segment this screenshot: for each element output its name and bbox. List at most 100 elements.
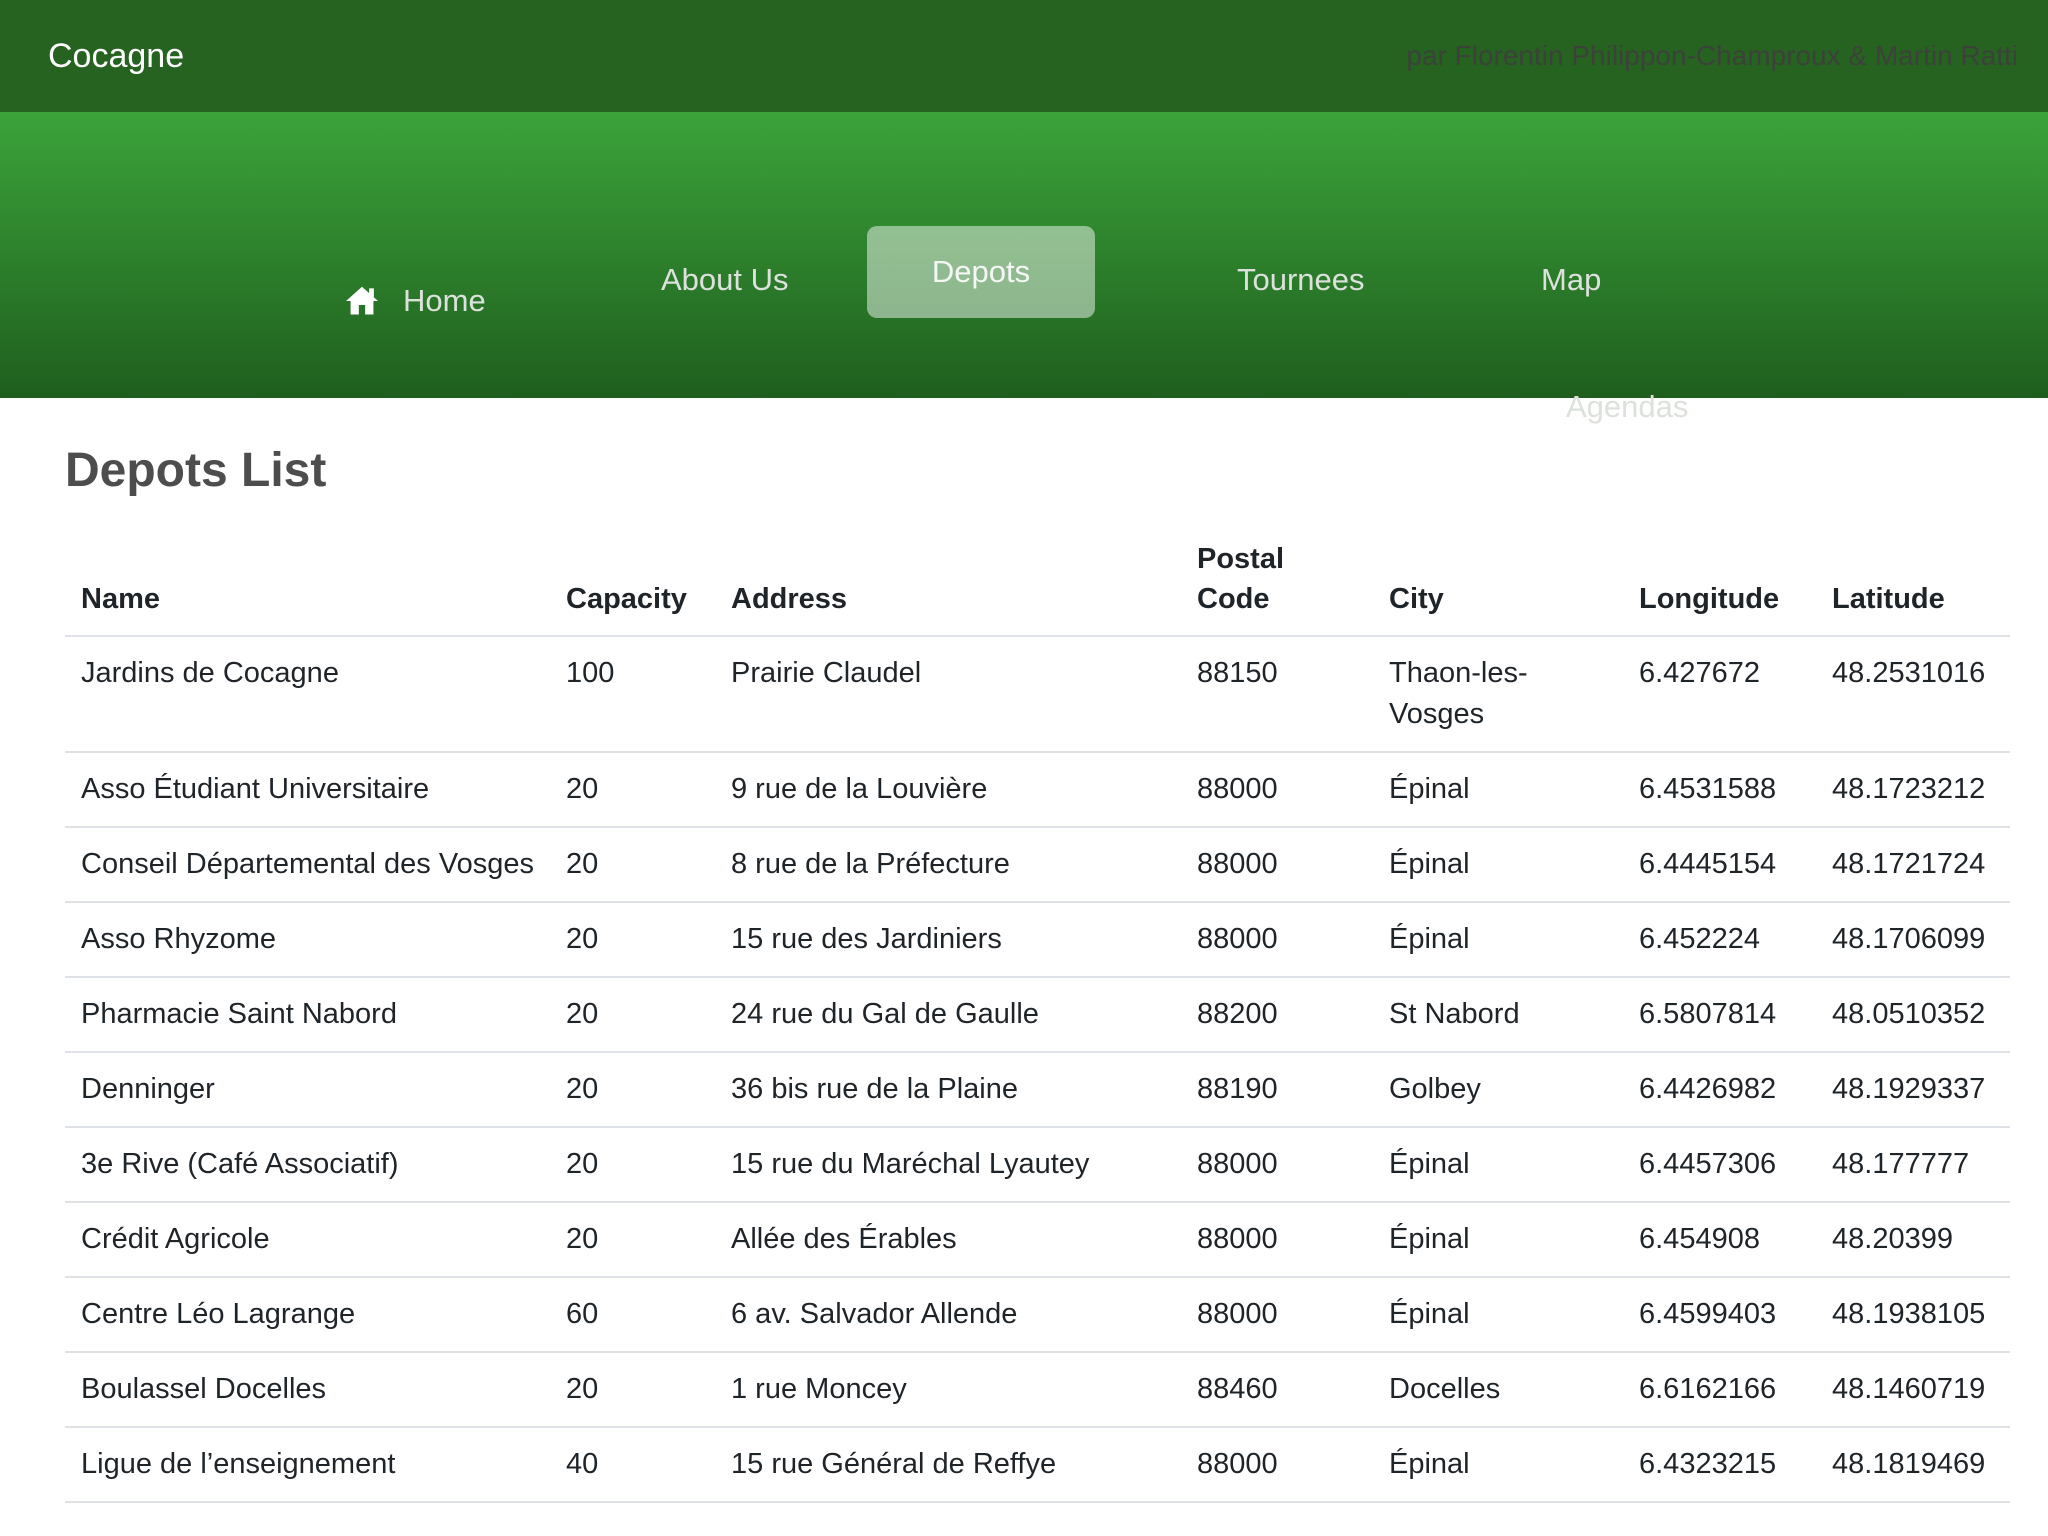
- cell-address: 15 rue du Maréchal Lyautey: [715, 1127, 1181, 1202]
- table-row: Boulassel Docelles 20 1 rue Moncey 88460…: [65, 1352, 2010, 1427]
- cell-postal-code: 88000: [1181, 1277, 1373, 1352]
- cell-city: Golbey: [1373, 1052, 1623, 1127]
- cell-city: Épinal: [1373, 1427, 1623, 1502]
- cell-address: 15 rue Général de Reffye: [715, 1427, 1181, 1502]
- column-header-capacity: Capacity: [550, 529, 715, 636]
- cell-city: Thaon-les-Vosges: [1373, 636, 1623, 752]
- header-row: Name Capacity Address Postal Code City L…: [65, 529, 2010, 636]
- cell-capacity: 20: [550, 1202, 715, 1277]
- cell-city: Épinal: [1373, 752, 1623, 827]
- cell-name: Denninger: [65, 1052, 550, 1127]
- cell-postal-code: 88000: [1181, 1427, 1373, 1502]
- table-row: Crédit Agricole 20 Allée des Érables 880…: [65, 1202, 2010, 1277]
- cell-city: Docelles: [1373, 1352, 1623, 1427]
- cell-city: St Nabord: [1373, 977, 1623, 1052]
- table-row: Jardins de Cocagne 100 Prairie Claudel 8…: [65, 636, 2010, 752]
- cell-latitude: 48.1929337: [1816, 1052, 2010, 1127]
- cell-name: Conseil Départemental des Vosges: [65, 827, 550, 902]
- cell-capacity: 100: [550, 636, 715, 752]
- nav-item-map[interactable]: Map: [1541, 261, 1601, 298]
- cell-name: Asso Rhyzome: [65, 902, 550, 977]
- depots-table-body: Jardins de Cocagne 100 Prairie Claudel 8…: [65, 636, 2010, 1502]
- cell-address: Prairie Claudel: [715, 636, 1181, 752]
- cell-name: 3e Rive (Café Associatif): [65, 1127, 550, 1202]
- column-header-name: Name: [65, 529, 550, 636]
- cell-longitude: 6.4426982: [1623, 1052, 1816, 1127]
- cell-city: Épinal: [1373, 1277, 1623, 1352]
- depots-table-header: Name Capacity Address Postal Code City L…: [65, 529, 2010, 636]
- table-row: Centre Léo Lagrange 60 6 av. Salvador Al…: [65, 1277, 2010, 1352]
- cell-capacity: 20: [550, 1052, 715, 1127]
- cell-longitude: 6.454908: [1623, 1202, 1816, 1277]
- cell-latitude: 48.2531016: [1816, 636, 2010, 752]
- cell-longitude: 6.4445154: [1623, 827, 1816, 902]
- table-row: Conseil Départemental des Vosges 20 8 ru…: [65, 827, 2010, 902]
- cell-address: 15 rue des Jardiniers: [715, 902, 1181, 977]
- cell-city: Épinal: [1373, 827, 1623, 902]
- cell-latitude: 48.1819469: [1816, 1427, 2010, 1502]
- cell-latitude: 48.20399: [1816, 1202, 2010, 1277]
- cell-name: Boulassel Docelles: [65, 1352, 550, 1427]
- nav-item-home-label: Home: [403, 282, 486, 319]
- cell-name: Ligue de l’enseignement: [65, 1427, 550, 1502]
- cell-postal-code: 88150: [1181, 636, 1373, 752]
- cell-capacity: 20: [550, 752, 715, 827]
- cell-city: Épinal: [1373, 1202, 1623, 1277]
- main-content: Depots List Name Capacity Address Postal…: [0, 398, 2048, 1503]
- cell-capacity: 20: [550, 1127, 715, 1202]
- cell-latitude: 48.1721724: [1816, 827, 2010, 902]
- cell-capacity: 20: [550, 827, 715, 902]
- cell-address: 24 rue du Gal de Gaulle: [715, 977, 1181, 1052]
- cell-name: Crédit Agricole: [65, 1202, 550, 1277]
- cell-longitude: 6.5807814: [1623, 977, 1816, 1052]
- nav-item-home[interactable]: Home: [343, 282, 486, 320]
- nav-item-depots-active[interactable]: Depots: [867, 226, 1095, 318]
- cell-name: Pharmacie Saint Nabord: [65, 977, 550, 1052]
- cell-longitude: 6.4599403: [1623, 1277, 1816, 1352]
- cell-latitude: 48.1938105: [1816, 1277, 2010, 1352]
- cell-longitude: 6.452224: [1623, 902, 1816, 977]
- nav-item-about-us[interactable]: About Us: [661, 261, 789, 298]
- table-row: Asso Étudiant Universitaire 20 9 rue de …: [65, 752, 2010, 827]
- home-icon: [343, 282, 381, 320]
- cell-city: Épinal: [1373, 1127, 1623, 1202]
- depots-table: Name Capacity Address Postal Code City L…: [65, 529, 2010, 1503]
- cell-address: 36 bis rue de la Plaine: [715, 1052, 1181, 1127]
- cell-postal-code: 88000: [1181, 902, 1373, 977]
- nav-item-tournees[interactable]: Tournees: [1237, 261, 1365, 298]
- cell-capacity: 20: [550, 977, 715, 1052]
- cell-longitude: 6.4323215: [1623, 1427, 1816, 1502]
- table-row: Denninger 20 36 bis rue de la Plaine 881…: [65, 1052, 2010, 1127]
- cell-longitude: 6.4531588: [1623, 752, 1816, 827]
- cell-postal-code: 88460: [1181, 1352, 1373, 1427]
- cell-address: Allée des Érables: [715, 1202, 1181, 1277]
- authors-byline: par Florentin Philippon-Champroux & Mart…: [1406, 40, 2018, 72]
- column-header-postal-code: Postal Code: [1181, 529, 1373, 636]
- cell-address: 6 av. Salvador Allende: [715, 1277, 1181, 1352]
- cell-postal-code: 88190: [1181, 1052, 1373, 1127]
- cell-postal-code: 88000: [1181, 1202, 1373, 1277]
- cell-latitude: 48.1706099: [1816, 902, 2010, 977]
- cell-address: 8 rue de la Préfecture: [715, 827, 1181, 902]
- cell-capacity: 20: [550, 1352, 715, 1427]
- cell-postal-code: 88000: [1181, 827, 1373, 902]
- page-title: Depots List: [65, 443, 2048, 499]
- column-header-city: City: [1373, 529, 1623, 636]
- cell-latitude: 48.177777: [1816, 1127, 2010, 1202]
- cell-longitude: 6.6162166: [1623, 1352, 1816, 1427]
- cell-postal-code: 88000: [1181, 1127, 1373, 1202]
- column-header-latitude: Latitude: [1816, 529, 2010, 636]
- app-brand[interactable]: Cocagne: [48, 37, 184, 76]
- cell-city: Épinal: [1373, 902, 1623, 977]
- cell-address: 9 rue de la Louvière: [715, 752, 1181, 827]
- cell-capacity: 40: [550, 1427, 715, 1502]
- column-header-longitude: Longitude: [1623, 529, 1816, 636]
- cell-address: 1 rue Moncey: [715, 1352, 1181, 1427]
- cell-capacity: 20: [550, 902, 715, 977]
- cell-latitude: 48.1460719: [1816, 1352, 2010, 1427]
- table-row: Ligue de l’enseignement 40 15 rue Généra…: [65, 1427, 2010, 1502]
- cell-longitude: 6.427672: [1623, 636, 1816, 752]
- table-row: Asso Rhyzome 20 15 rue des Jardiniers 88…: [65, 902, 2010, 977]
- cell-postal-code: 88200: [1181, 977, 1373, 1052]
- cell-name: Jardins de Cocagne: [65, 636, 550, 752]
